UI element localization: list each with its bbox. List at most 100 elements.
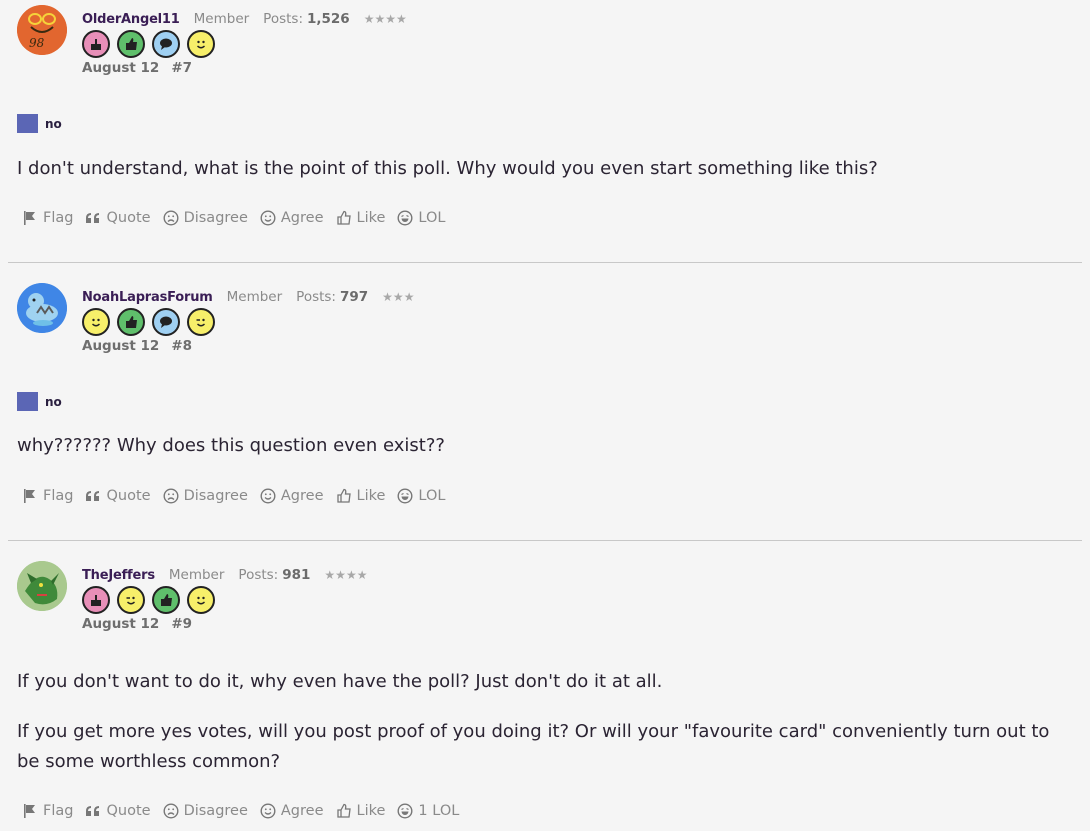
post-actions: Flag Quote Disagree Agree Like LOL <box>22 488 457 504</box>
flag-action[interactable]: Flag <box>22 803 73 819</box>
laugh-icon <box>397 210 413 226</box>
frown-icon <box>163 210 179 226</box>
post-paragraph: If you don't want to do it, why even hav… <box>17 671 663 692</box>
thumbs-up-icon <box>336 803 351 818</box>
post-date[interactable]: August 12 <box>82 60 159 76</box>
agree-label: Agree <box>280 210 324 226</box>
agree-action[interactable]: Agree <box>260 210 324 226</box>
lol-label: 1 LOL <box>418 803 460 819</box>
like-label: Like <box>356 210 386 226</box>
lol-action[interactable]: LOL <box>397 210 445 226</box>
frown-icon <box>163 488 179 504</box>
avatar[interactable]: 98 <box>17 5 67 55</box>
avatar-image-icon <box>17 561 67 611</box>
flag-label: Flag <box>43 803 74 819</box>
disagree-label: Disagree <box>183 803 248 819</box>
rating-stars: ★★★★ <box>363 12 407 26</box>
post-divider <box>8 540 1082 541</box>
thumbs-up-badge-icon[interactable] <box>117 30 145 58</box>
disagree-label: Disagree <box>183 488 248 504</box>
svg-text:98: 98 <box>29 36 45 50</box>
cake-badge-icon[interactable] <box>82 586 110 614</box>
disagree-action[interactable]: Disagree <box>163 803 248 819</box>
thumbs-up-badge-icon[interactable] <box>152 586 180 614</box>
wink-badge-icon[interactable] <box>187 308 215 336</box>
lol-label: LOL <box>418 488 446 504</box>
post-number[interactable]: #9 <box>171 616 192 632</box>
quote-label: Quote <box>106 803 151 819</box>
post-divider <box>8 262 1082 263</box>
smile-icon <box>260 210 276 226</box>
speech-bubble-badge-icon[interactable] <box>152 308 180 336</box>
thumbs-up-icon <box>336 488 351 503</box>
vote-color-square <box>17 114 38 133</box>
thumbs-up-badge-icon[interactable] <box>117 308 145 336</box>
smile-badge-icon[interactable] <box>187 30 215 58</box>
flag-label: Flag <box>43 488 74 504</box>
user-info-line: OlderAngel11 Member Posts: 1,526 ★★★★ <box>82 9 407 29</box>
post-date[interactable]: August 12 <box>82 338 159 354</box>
quote-icon <box>86 806 100 816</box>
username-link[interactable]: OlderAngel11 <box>82 12 180 27</box>
lol-action[interactable]: LOL <box>397 488 445 504</box>
post-number[interactable]: #8 <box>171 338 192 354</box>
post-8: NoahLaprasForum Member Posts: 797 ★★★ Aug… <box>0 278 1090 540</box>
agree-action[interactable]: Agree <box>260 488 324 504</box>
like-action[interactable]: Like <box>336 210 386 226</box>
quote-action[interactable]: Quote <box>85 488 151 504</box>
cake-badge-icon[interactable] <box>82 30 110 58</box>
like-action[interactable]: Like <box>336 803 385 819</box>
rating-stars: ★★★★ <box>324 568 368 582</box>
post-number[interactable]: #7 <box>171 60 192 76</box>
post-meta: August 12 #7 <box>82 60 192 76</box>
user-rank: Member <box>226 289 283 305</box>
post-body: why?????? Why does this question even ex… <box>17 431 1077 461</box>
agree-action[interactable]: Agree <box>260 803 324 819</box>
laugh-icon <box>397 488 413 504</box>
user-rank: Member <box>193 11 250 27</box>
flag-icon <box>24 211 35 225</box>
post-paragraph: If you get more yes votes, will you post… <box>17 721 1050 772</box>
quote-icon <box>86 213 100 223</box>
like-label: Like <box>356 488 386 504</box>
post-7: 98 OlderAngel11 Member Posts: 1,526 ★★★★ … <box>0 0 1090 262</box>
avatar[interactable] <box>17 561 67 611</box>
like-action[interactable]: Like <box>336 488 386 504</box>
post-count: Posts: 797 <box>296 289 368 305</box>
agree-label: Agree <box>280 488 324 504</box>
username-link[interactable]: NoahLaprasForum <box>82 290 213 305</box>
disagree-action[interactable]: Disagree <box>163 210 248 226</box>
post-9: TheJeffers Member Posts: 981 ★★★★ August … <box>0 556 1090 831</box>
user-rank: Member <box>168 567 225 583</box>
post-body: I don't understand, what is the point of… <box>17 154 1077 184</box>
lol-action[interactable]: 1 LOL <box>397 803 459 819</box>
flag-action[interactable]: Flag <box>22 488 73 504</box>
disagree-label: Disagree <box>183 210 248 226</box>
quote-action[interactable]: Quote <box>85 803 151 819</box>
disagree-action[interactable]: Disagree <box>163 488 248 504</box>
post-date[interactable]: August 12 <box>82 616 159 632</box>
post-count-label: Posts: <box>263 11 303 27</box>
flag-action[interactable]: Flag <box>22 210 73 226</box>
post-actions: Flag Quote Disagree Agree Like 1 LOL <box>22 803 471 819</box>
post-meta: August 12 #8 <box>82 338 192 354</box>
badge-row <box>82 586 215 614</box>
badge-row <box>82 308 215 336</box>
quote-action[interactable]: Quote <box>85 210 151 226</box>
wink-badge-icon[interactable] <box>117 586 145 614</box>
username-link[interactable]: TheJeffers <box>82 568 155 583</box>
smile-badge-icon[interactable] <box>187 586 215 614</box>
avatar[interactable] <box>17 283 67 333</box>
post-meta: August 12 #9 <box>82 616 192 632</box>
smile-icon <box>260 803 276 819</box>
thumbs-up-icon <box>336 210 351 225</box>
user-info-line: NoahLaprasForum Member Posts: 797 ★★★ <box>82 287 414 307</box>
post-paragraph: why?????? Why does this question even ex… <box>17 435 445 456</box>
smile-badge-icon[interactable] <box>82 308 110 336</box>
speech-bubble-badge-icon[interactable] <box>152 30 180 58</box>
post-paragraph: I don't understand, what is the point of… <box>17 158 878 179</box>
post-count-label: Posts: <box>296 289 336 305</box>
frown-icon <box>163 803 179 819</box>
quote-icon <box>86 491 100 501</box>
vote-color-square <box>17 392 38 411</box>
